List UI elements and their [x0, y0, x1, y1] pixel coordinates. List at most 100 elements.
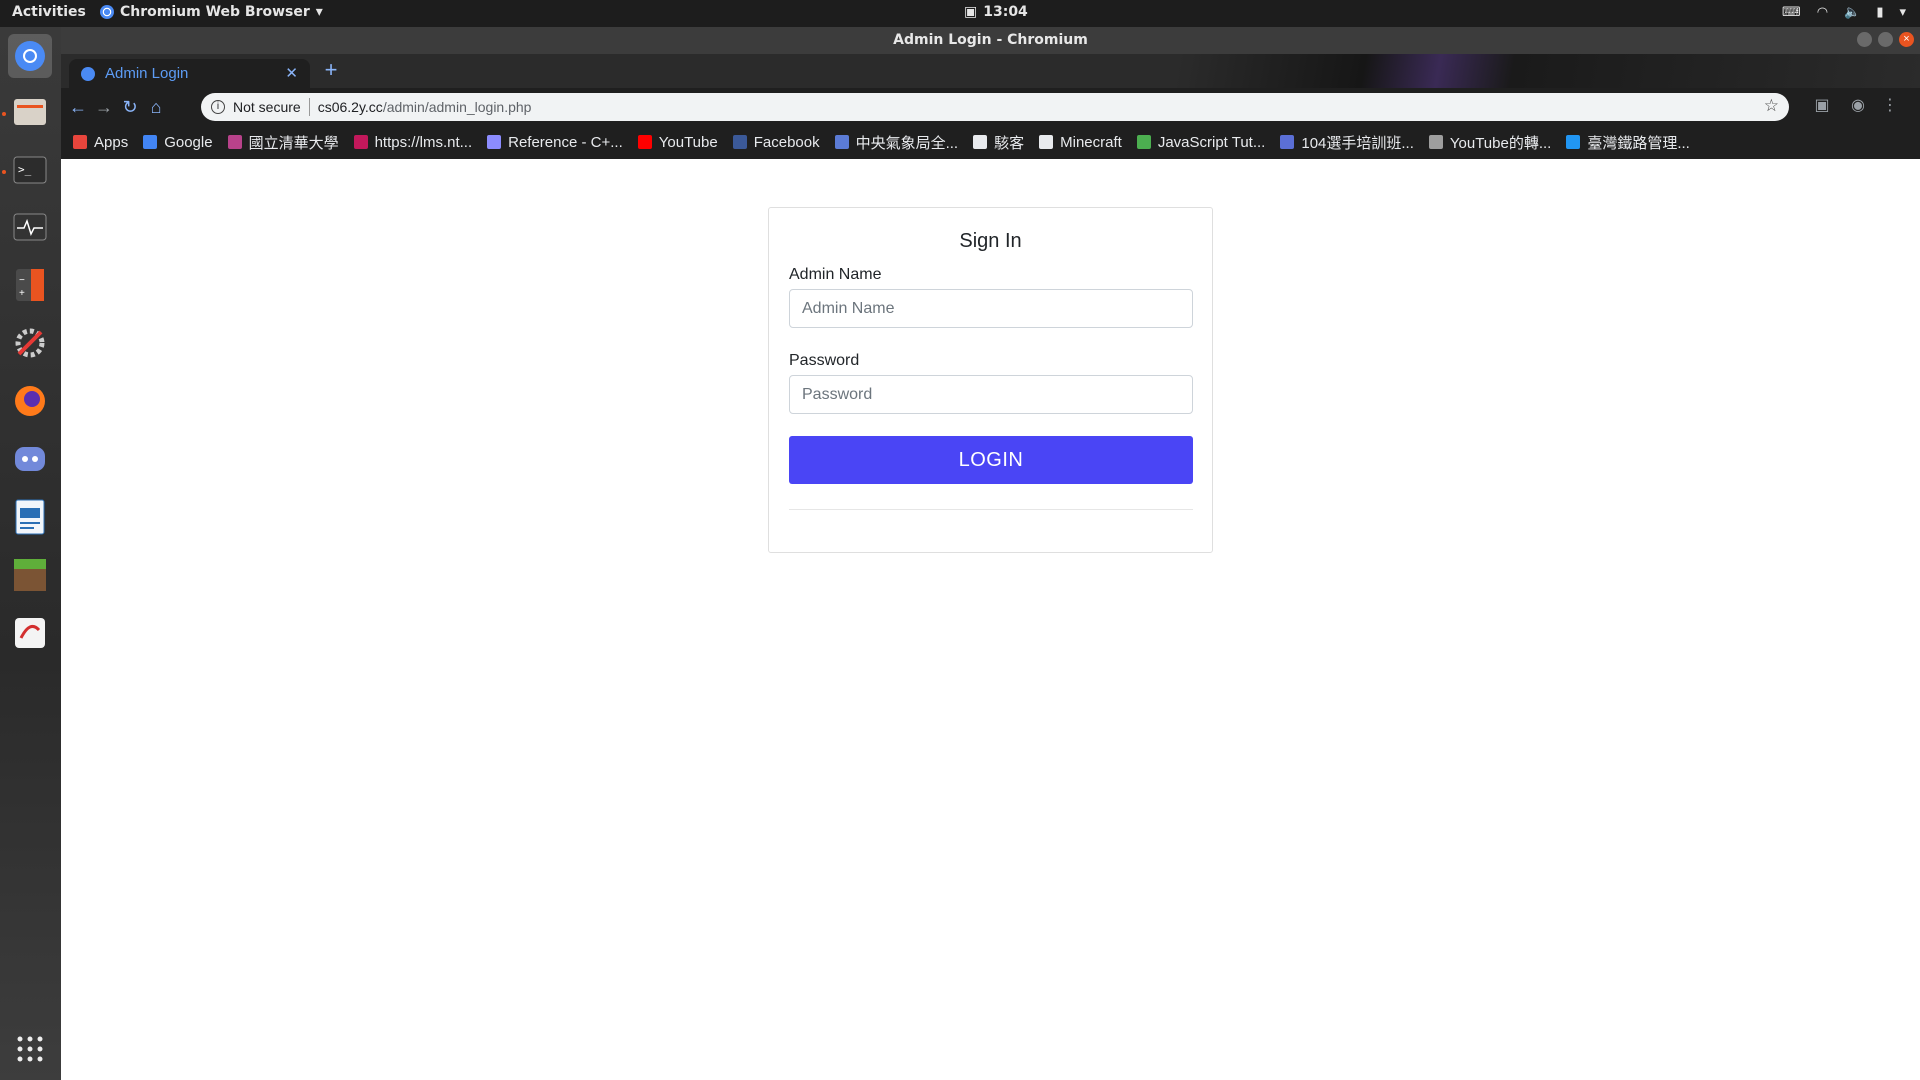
- chromium-icon: [15, 41, 45, 71]
- dock-app[interactable]: [8, 611, 52, 655]
- app-menu[interactable]: Chromium Web Browser ▾: [100, 4, 323, 20]
- clock[interactable]: ▣ 13:04: [964, 4, 1028, 20]
- grid-icon: [17, 1036, 43, 1062]
- close-window-button[interactable]: ×: [1899, 32, 1914, 47]
- window-controls: ×: [1857, 32, 1914, 47]
- dock-software-updater[interactable]: [8, 321, 52, 365]
- volume-icon: 🔈: [1844, 4, 1861, 19]
- dock-discord[interactable]: [8, 437, 52, 481]
- chevron-down-icon: ▾: [315, 4, 323, 20]
- new-tab-button[interactable]: +: [319, 59, 343, 83]
- bookmark-favicon-icon: [143, 135, 158, 149]
- bookmark-item[interactable]: Facebook: [732, 133, 820, 151]
- window-title: Admin Login - Chromium: [61, 27, 1920, 54]
- tab-strip: Admin Login ✕ +: [61, 54, 1920, 88]
- sign-in-heading: Sign In: [959, 230, 1022, 252]
- profile-avatar-icon[interactable]: ◉: [1847, 95, 1869, 117]
- bookmark-item[interactable]: 駭客: [973, 132, 1024, 153]
- bookmark-label: 臺灣鐵路管理...: [1587, 134, 1690, 152]
- bookmark-item[interactable]: 104選手培訓班...: [1280, 132, 1414, 153]
- bookmark-item[interactable]: JavaScript Tut...: [1136, 133, 1266, 151]
- bookmark-label: Facebook: [753, 133, 820, 151]
- menu-kebab-icon[interactable]: ⋮: [1879, 95, 1901, 117]
- wifi-icon: ◠: [1816, 4, 1829, 19]
- bookmark-favicon-icon: [732, 135, 747, 149]
- dock-calculator[interactable]: − +: [8, 263, 52, 307]
- bookmark-favicon-icon: [973, 135, 988, 149]
- dock-chromium[interactable]: [8, 34, 52, 78]
- bookmark-label: YouTube: [658, 133, 718, 151]
- system-top-bar: Activities Chromium Web Browser ▾ ▣ 13:0…: [0, 0, 1920, 27]
- keyboard-icon: ⌨: [1782, 4, 1801, 19]
- calendar-icon: ▣: [964, 4, 978, 20]
- bookmark-label: 國立清華大學: [248, 134, 339, 152]
- bookmark-favicon-icon: [1428, 135, 1443, 149]
- bookmark-item[interactable]: 國立清華大學: [227, 132, 339, 153]
- browser-toolbar: ← → ↻ ⌂ i Not secure cs06.2y.cc/admin/ad…: [61, 88, 1920, 125]
- bookmark-favicon-icon: [1566, 135, 1581, 149]
- svg-text:+: +: [19, 288, 25, 299]
- writer-icon: [15, 499, 45, 535]
- reload-icon[interactable]: ↻: [117, 94, 143, 120]
- app-icon: [15, 618, 45, 648]
- bookmark-favicon-icon: [1039, 135, 1054, 149]
- bookmark-label: 駭客: [994, 134, 1025, 152]
- bookmark-label: Reference - C+...: [508, 133, 623, 151]
- security-label[interactable]: Not secure: [233, 99, 301, 115]
- settings-tools-icon: [15, 328, 45, 358]
- dock-libreoffice-writer[interactable]: [8, 495, 52, 539]
- home-icon[interactable]: ⌂: [143, 94, 169, 120]
- calculator-icon: −+: [16, 269, 44, 301]
- info-icon[interactable]: i: [211, 100, 225, 114]
- bookmark-label: https://lms.nt...: [374, 133, 473, 151]
- bookmark-item[interactable]: YouTube的轉...: [1428, 132, 1552, 153]
- files-icon: [14, 99, 46, 125]
- bookmark-favicon-icon: [73, 135, 87, 149]
- bookmark-label: JavaScript Tut...: [1157, 133, 1266, 151]
- divider: [308, 98, 310, 116]
- close-tab-icon[interactable]: ✕: [285, 64, 298, 82]
- bookmark-item[interactable]: 臺灣鐵路管理...: [1566, 132, 1690, 153]
- bookmark-item[interactable]: Google: [143, 133, 213, 151]
- password-input[interactable]: [789, 375, 1193, 414]
- forward-arrow-icon[interactable]: →: [91, 94, 117, 120]
- minecraft-icon: [14, 559, 46, 591]
- bookmark-favicon-icon: [487, 135, 502, 149]
- bookmark-favicon-icon: [353, 135, 368, 149]
- dock-minecraft[interactable]: [8, 553, 52, 597]
- activities-button[interactable]: Activities: [12, 4, 86, 20]
- bookmark-star-icon[interactable]: ☆: [1764, 96, 1779, 116]
- dock-files[interactable]: [8, 90, 52, 134]
- firefox-icon: [15, 386, 45, 416]
- dock-terminal[interactable]: >_: [8, 148, 52, 192]
- bookmark-label: YouTube的轉...: [1449, 134, 1552, 152]
- bookmarks-bar: Apps Google 國立清華大學 https://lms.nt... Referen…: [61, 125, 1920, 159]
- discord-icon: [15, 447, 45, 471]
- minimize-button[interactable]: [1857, 32, 1872, 47]
- url-path[interactable]: /admin/admin_login.php: [383, 99, 532, 115]
- extension-icon[interactable]: ▣: [1811, 95, 1833, 117]
- bookmark-item[interactable]: Minecraft: [1039, 134, 1122, 151]
- tab-admin-login[interactable]: Admin Login ✕: [69, 59, 310, 88]
- login-button[interactable]: LOGIN: [789, 436, 1193, 484]
- bookmark-label: Minecraft: [1060, 133, 1122, 151]
- admin-name-input[interactable]: [789, 289, 1193, 328]
- address-bar[interactable]: i Not secure cs06.2y.cc/admin/admin_logi…: [201, 93, 1789, 121]
- bookmark-label: Google: [164, 133, 213, 151]
- dock-firefox[interactable]: [8, 379, 52, 423]
- back-arrow-icon[interactable]: ←: [65, 94, 91, 120]
- bookmark-item[interactable]: YouTube: [637, 133, 718, 151]
- bookmark-item[interactable]: Apps: [73, 134, 128, 151]
- login-card: Sign In Admin Name Password LOGIN: [768, 207, 1213, 553]
- dock-system-monitor[interactable]: [8, 205, 52, 249]
- bookmark-item[interactable]: Reference - C+...: [487, 134, 623, 151]
- battery-icon: ▮: [1876, 4, 1884, 19]
- url-host[interactable]: cs06.2y.cc: [318, 99, 383, 115]
- maximize-button[interactable]: [1878, 32, 1893, 47]
- show-applications-button[interactable]: [8, 1027, 52, 1071]
- admin-name-label: Admin Name: [789, 266, 882, 283]
- bookmark-label: 中央氣象局全...: [855, 134, 959, 152]
- bookmark-item[interactable]: 中央氣象局全...: [834, 132, 959, 153]
- system-tray[interactable]: ⌨ ◠ 🔈 ▮ ▾: [1782, 4, 1906, 20]
- bookmark-item[interactable]: https://lms.nt...: [353, 133, 473, 151]
